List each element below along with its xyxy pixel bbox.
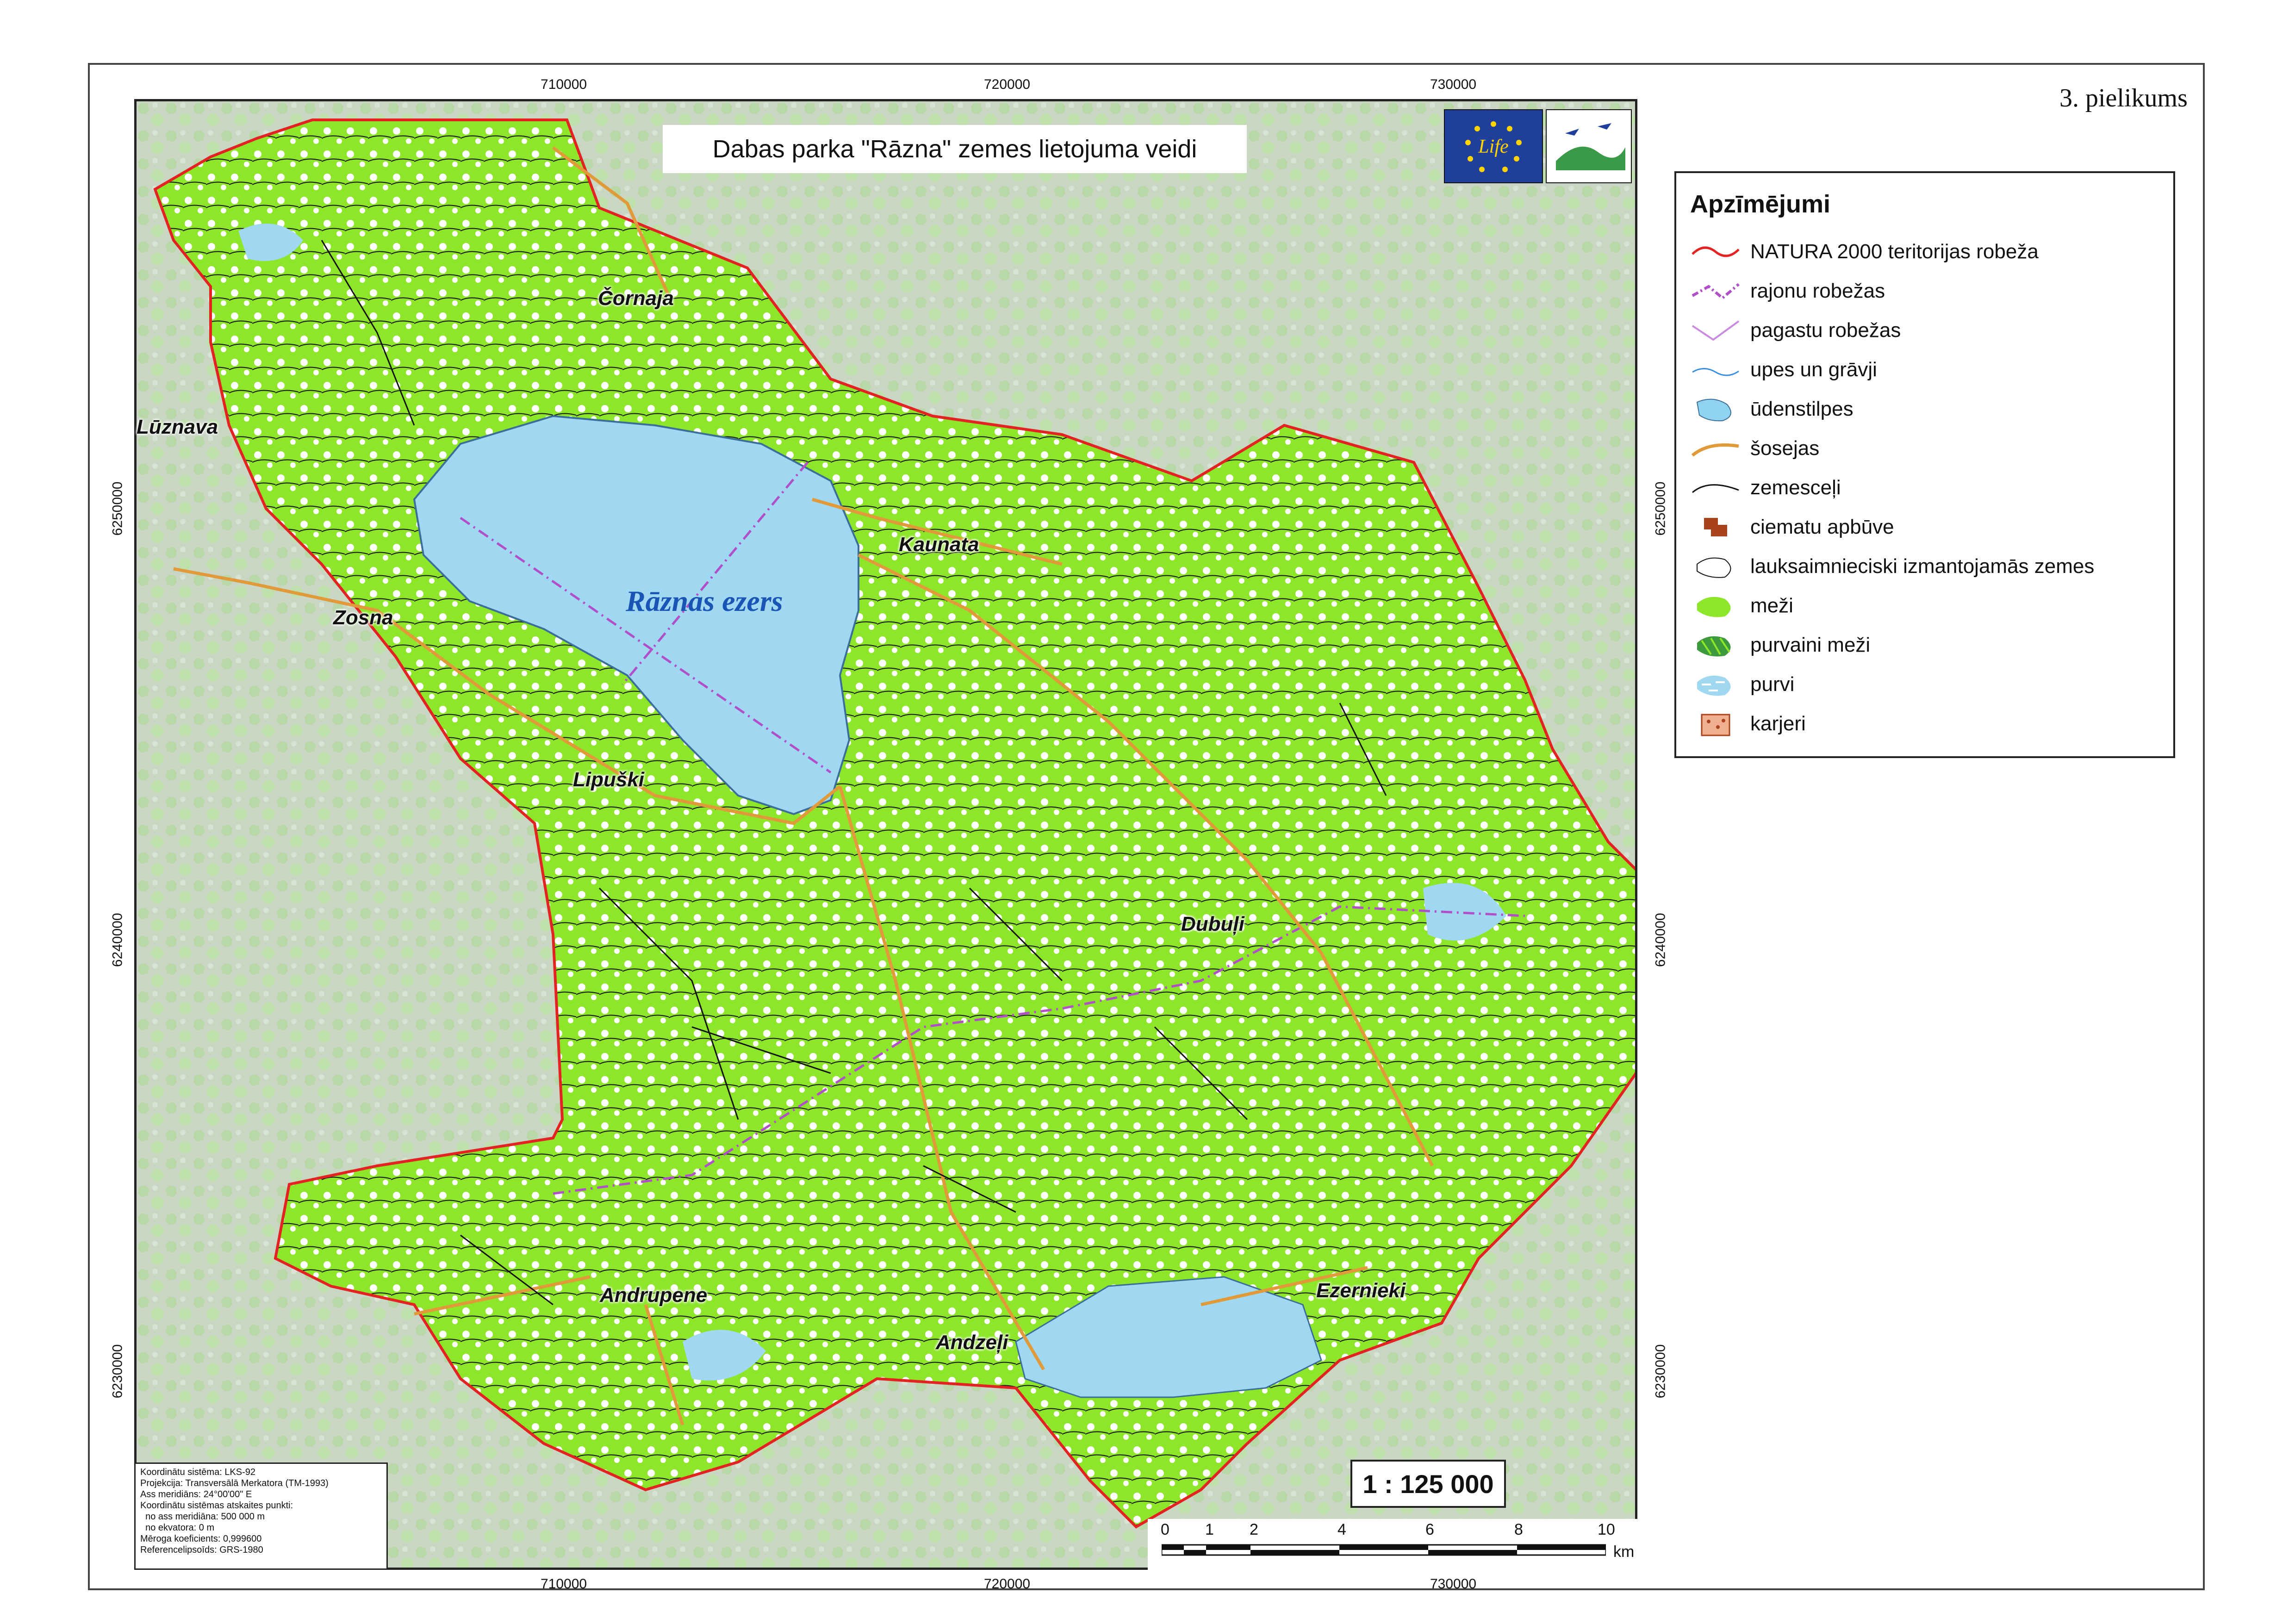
legend-box: Apzīmējumi NATURA 2000 teritorijas robež… [1674, 171, 2175, 758]
place-label-dubuli: Dubuļi [1181, 913, 1244, 935]
eu-stars-icon: Life [1465, 121, 1522, 172]
map-title: Dabas parka "Rāzna" zemes lietojuma veid… [663, 125, 1247, 173]
legend-item: rajonu robežas [1690, 273, 1885, 310]
legend-title: Apzīmējumi [1690, 190, 1831, 218]
brown-block-icon [1704, 518, 1727, 536]
grid-label-bottom-1: 710000 [541, 1576, 587, 1592]
legend-label: purvaini meži [1750, 634, 1871, 656]
legend-item: ciematu apbūve [1690, 509, 1894, 546]
grid-label-left-2: 6240000 [110, 913, 125, 967]
grid-label-bottom-3: 730000 [1430, 1576, 1477, 1592]
scale-tick-label: 0 [1161, 1521, 1169, 1538]
svg-text:Life: Life [1478, 136, 1508, 157]
water-patch-icon [1696, 398, 1731, 422]
grid-label-bottom-2: 720000 [984, 1576, 1031, 1592]
place-label-zosna: Zosna [333, 606, 393, 629]
projection-line: no ass meridiāna: 500 000 m [140, 1512, 265, 1522]
legend-label: ciematu apbūve [1750, 516, 1894, 538]
scale-tick-label: 8 [1514, 1521, 1523, 1538]
grid-label-right-3: 6230000 [1653, 1344, 1668, 1399]
legend-label: zemesceļi [1750, 476, 1841, 499]
legend-label: purvi [1750, 673, 1795, 696]
legend-item: upes un grāvji [1690, 351, 1877, 388]
red-wavy-line-icon [1692, 246, 1740, 257]
grid-label-left-1: 6250000 [110, 481, 125, 536]
hatched-green-icon [1697, 636, 1731, 657]
legend-item: pagastu robežas [1690, 312, 1901, 349]
scale-tick-label: 2 [1250, 1521, 1258, 1538]
grid-label-right-2: 6240000 [1653, 913, 1668, 967]
blue-thin-line-icon [1692, 368, 1739, 376]
projection-line: Projekcija: Transversālā Merkatora (TM-1… [140, 1478, 329, 1488]
legend-item: karjeri [1690, 705, 1806, 742]
projection-line: no ekvatora: 0 m [140, 1523, 215, 1533]
projection-line: Koordinātu sistēmas atskaites punkti: [140, 1500, 293, 1511]
map-frame [134, 99, 1637, 1570]
grid-label-left-3: 6230000 [110, 1344, 125, 1399]
legend-label: ūdenstilpes [1750, 398, 1853, 420]
orange-road-icon [1691, 443, 1739, 457]
place-label-ezernieki: Ezernieki [1316, 1279, 1406, 1302]
grid-label-top-3: 730000 [1430, 77, 1477, 92]
place-label-kaunata: Kaunata [899, 533, 979, 556]
scale-tick-label: 6 [1425, 1521, 1434, 1538]
legend-label: šosejas [1750, 437, 1820, 460]
legend-label: karjeri [1750, 712, 1806, 735]
grid-label-right-1: 6250000 [1653, 481, 1668, 536]
projection-info-box: Koordinātu sistēma: LKS-92 Projekcija: T… [134, 1462, 388, 1570]
legend-item: zemesceļi [1690, 469, 1841, 506]
bird-landscape-icon [1556, 123, 1625, 170]
legend-label: upes un grāvji [1750, 358, 1877, 381]
quarry-icon [1701, 714, 1730, 736]
scale-unit: km [1613, 1543, 1635, 1561]
projection-line: Mēroga koeficients: 0,999600 [140, 1534, 262, 1544]
legend-label: NATURA 2000 teritorijas robeža [1750, 240, 2039, 263]
scale-bar: 0 1 2 4 6 8 10 km [1148, 1519, 1637, 1570]
place-label-cornaja: Čornaja [598, 287, 674, 310]
place-label-luznava: Lūznava [137, 416, 218, 438]
scale-tick-label: 1 [1205, 1521, 1214, 1538]
place-label-lipuski: Lipuški [573, 768, 645, 791]
legend-item: ūdenstilpes [1690, 391, 1853, 428]
legend-label: rajonu robežas [1750, 280, 1885, 302]
natura-2000-logo [1546, 109, 1632, 183]
projection-line: Ass meridiāns: 24°00'00" E [140, 1489, 252, 1500]
black-line-icon [1692, 484, 1739, 493]
pink-line-icon [1692, 320, 1740, 341]
legend-item: purvaini meži [1690, 627, 1870, 664]
place-label-andzeli: Andzeļi [936, 1331, 1008, 1354]
place-label-andrupene: Andrupene [600, 1284, 708, 1307]
projection-line: Referencelipsoīds: GRS-1980 [140, 1545, 263, 1555]
projection-line: Koordinātu sistēma: LKS-92 [140, 1467, 256, 1477]
legend-item: purvi [1690, 666, 1794, 703]
legend-item: lauksaimnieciski izmantojamās zemes [1690, 548, 2094, 585]
grid-label-top-1: 710000 [541, 77, 587, 92]
scale-tick-label: 4 [1337, 1521, 1346, 1538]
eu-life-logo: Life [1444, 109, 1543, 183]
legend-item: meži [1690, 587, 1793, 624]
legend-label: meži [1750, 594, 1793, 617]
marsh-icon [1697, 675, 1731, 696]
legend-item: šosejas [1690, 430, 1819, 467]
scale-tick-label: 10 [1598, 1521, 1615, 1538]
scale-ratio: 1 : 125 000 [1350, 1460, 1506, 1508]
appendix-label: 3. pielikums [2059, 84, 2188, 112]
lake-label: Rāznas ezers [626, 585, 783, 617]
scale-bar-graphic [1162, 1544, 1606, 1556]
map-canvas [137, 101, 1635, 1568]
purple-dashdot-line-icon [1692, 283, 1740, 300]
white-patch-icon [1697, 557, 1731, 578]
legend-label: lauksaimnieciski izmantojamās zemes [1750, 555, 2095, 578]
legend-item: NATURA 2000 teritorijas robeža [1690, 233, 2039, 270]
legend-label: pagastu robežas [1750, 319, 1901, 342]
green-patch-icon [1697, 597, 1731, 617]
grid-label-top-2: 720000 [984, 77, 1031, 92]
